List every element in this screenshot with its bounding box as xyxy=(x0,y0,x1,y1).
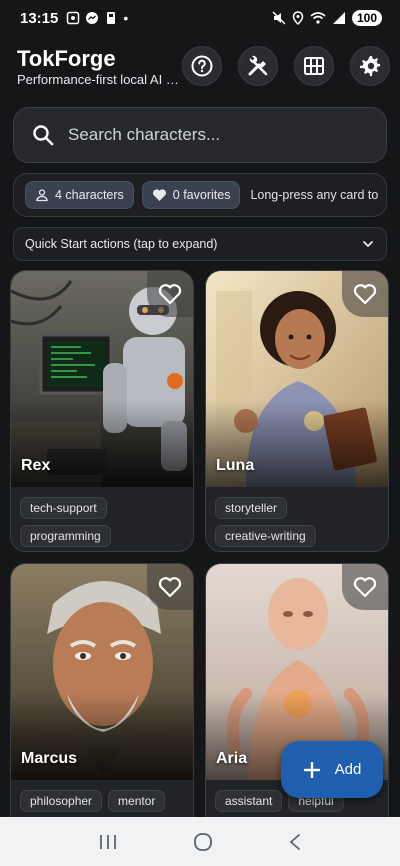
filter-row: 4 characters 0 favorites Long-press any … xyxy=(13,173,387,217)
grid-view-button[interactable] xyxy=(294,46,334,86)
tag-list: philosopher mentor xyxy=(20,790,190,812)
dot-icon: • xyxy=(123,10,129,26)
heart-outline-icon xyxy=(158,284,182,305)
tag: creative-writing xyxy=(215,525,316,547)
character-card-rex[interactable]: Rex tech-support programming xyxy=(10,270,194,552)
heart-outline-icon xyxy=(353,284,377,305)
gear-icon xyxy=(360,56,381,76)
long-press-hint: Long-press any card to xyxy=(250,188,379,202)
system-navigation-bar xyxy=(0,817,400,866)
app-subtitle: Performance-first local AI c... xyxy=(17,72,181,87)
app-title: TokForge xyxy=(17,46,116,71)
tag: mentor xyxy=(108,790,166,812)
help-button[interactable] xyxy=(182,46,222,86)
mute-icon xyxy=(272,11,286,25)
search-icon xyxy=(33,125,54,146)
tag: tech-support xyxy=(20,497,107,519)
favorite-button[interactable] xyxy=(147,564,193,610)
system-icons: 100 xyxy=(272,10,382,26)
help-icon xyxy=(191,55,213,77)
tag: philosopher xyxy=(20,790,103,812)
settings-button[interactable] xyxy=(350,46,390,86)
plus-icon xyxy=(303,761,320,778)
wifi-icon xyxy=(310,12,326,24)
signal-icon xyxy=(332,12,345,24)
quick-start-label: Quick Start actions (tap to expand) xyxy=(25,237,218,251)
favorite-button[interactable] xyxy=(147,271,193,317)
person-icon xyxy=(36,189,48,202)
battery-indicator: 100 xyxy=(351,10,382,26)
heart-outline-icon xyxy=(353,577,377,598)
grid-icon xyxy=(304,57,324,75)
character-name: Aria xyxy=(216,750,248,767)
status-bar: 13:15 • 100 xyxy=(0,0,400,36)
add-character-button[interactable]: Add xyxy=(281,741,383,798)
messenger-icon xyxy=(86,12,99,24)
tools-button[interactable] xyxy=(238,46,278,86)
heart-icon xyxy=(152,189,166,201)
character-card-marcus[interactable]: Marcus philosopher mentor xyxy=(10,563,194,845)
notification-icons: • xyxy=(66,10,128,26)
quick-start-expander[interactable]: Quick Start actions (tap to expand) xyxy=(13,227,387,261)
favorites-count: 0 favorites xyxy=(172,188,231,202)
chevron-down-icon xyxy=(363,241,373,248)
recents-icon[interactable] xyxy=(98,833,118,851)
tag-list: storyteller creative-writing xyxy=(215,497,385,547)
characters-filter-chip[interactable]: 4 characters xyxy=(25,181,134,209)
favorite-button[interactable] xyxy=(342,271,388,317)
character-card-aria[interactable]: Aria assistant helpful xyxy=(205,563,389,845)
tools-icon xyxy=(248,55,268,76)
add-label: Add xyxy=(334,761,362,778)
character-name: Luna xyxy=(216,457,255,474)
character-name: Marcus xyxy=(21,750,78,767)
tag: assistant xyxy=(215,790,283,812)
tag-list: tech-support programming xyxy=(20,497,190,547)
ticket-icon xyxy=(107,12,116,24)
favorites-filter-chip[interactable]: 0 favorites xyxy=(141,181,241,209)
screenshot-icon xyxy=(67,11,80,25)
search-input[interactable]: Search characters... xyxy=(68,125,220,145)
characters-count: 4 characters xyxy=(55,188,124,202)
location-icon xyxy=(292,11,304,25)
tag: programming xyxy=(20,525,111,547)
favorite-button[interactable] xyxy=(342,564,388,610)
character-name: Rex xyxy=(21,457,51,474)
home-icon[interactable] xyxy=(193,832,213,852)
search-bar[interactable]: Search characters... xyxy=(13,107,387,163)
tag: storyteller xyxy=(215,497,288,519)
heart-outline-icon xyxy=(158,577,182,598)
character-card-luna[interactable]: Luna storyteller creative-writing xyxy=(205,270,389,552)
app-header: TokForge Performance-first local AI c... xyxy=(0,36,400,100)
back-icon[interactable] xyxy=(288,833,302,851)
status-time: 13:15 xyxy=(20,9,59,27)
